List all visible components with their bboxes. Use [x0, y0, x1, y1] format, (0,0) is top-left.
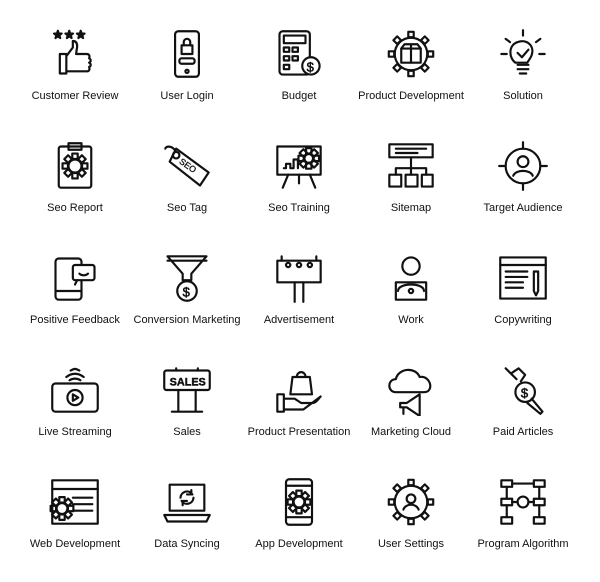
icon-item-web-development: Web Development	[19, 474, 131, 574]
icon-item-sales: SALES Sales	[131, 362, 243, 462]
algorithm-icon	[497, 476, 549, 528]
icon-item-app-development: App Development	[243, 474, 355, 574]
svg-text:SEO: SEO	[178, 156, 199, 175]
icon-item-seo-training: Seo Training	[243, 138, 355, 238]
phone-smile-chat-icon	[49, 252, 101, 304]
icon-item-paid-articles: $ Paid Articles	[467, 362, 579, 462]
clipboard-gear-icon	[49, 140, 101, 192]
icon-label: Program Algorithm	[477, 538, 569, 550]
icon-label: Solution	[503, 90, 543, 102]
lightbulb-check-icon	[497, 28, 549, 80]
icon-item-product-presentation: Product Presentation	[243, 362, 355, 462]
calculator-dollar-icon: $	[273, 28, 325, 80]
icon-item-work: Work	[355, 250, 467, 350]
icon-item-seo-report: Seo Report	[19, 138, 131, 238]
icon-label: Paid Articles	[492, 426, 554, 438]
icon-item-marketing-cloud: Marketing Cloud	[355, 362, 467, 462]
icon-label: Copywriting	[494, 314, 552, 326]
icon-item-positive-feedback: Positive Feedback	[19, 250, 131, 350]
icon-item-conversion-marketing: $ Conversion Marketing	[131, 250, 243, 350]
cloud-megaphone-icon	[385, 364, 437, 418]
icon-item-budget: $ Budget	[243, 26, 355, 126]
billboard-icon	[273, 252, 325, 304]
icon-item-product-development: Product Development	[355, 26, 467, 126]
sitemap-icon	[385, 140, 437, 192]
icon-item-sitemap: Sitemap	[355, 138, 467, 238]
icon-item-target-audience: Target Audience	[467, 138, 579, 238]
icon-item-seo-tag: SEO Seo Tag	[131, 138, 243, 238]
icon-item-copywriting: Copywriting	[467, 250, 579, 350]
icon-item-advertisement: Advertisement	[243, 250, 355, 350]
phone-gear-icon	[273, 476, 325, 528]
presentation-board-icon	[273, 140, 325, 192]
thumbs-up-stars-icon: ★ ★ ★	[49, 28, 101, 80]
svg-text:SALES: SALES	[170, 377, 206, 389]
sales-sign-icon: SALES	[161, 364, 213, 416]
icon-item-solution: Solution	[467, 26, 579, 126]
icon-item-data-syncing: Data Syncing	[131, 474, 243, 574]
icon-item-customer-review: ★ ★ ★ Customer Review	[19, 26, 131, 126]
browser-gear-icon	[49, 476, 101, 528]
laptop-sync-icon	[161, 476, 213, 528]
phone-play-wifi-icon	[49, 364, 101, 416]
icon-item-user-settings: User Settings	[355, 474, 467, 574]
hand-bag-icon	[273, 364, 325, 416]
pen-dollar-icon: $	[497, 364, 549, 416]
svg-text:★ ★ ★: ★ ★ ★	[53, 30, 85, 41]
icon-item-live-streaming: Live Streaming	[19, 362, 131, 462]
svg-text:$: $	[183, 284, 191, 299]
icon-item-program-algorithm: Program Algorithm	[467, 474, 579, 574]
phone-lock-icon	[161, 28, 213, 80]
icon-label: Target Audience	[483, 202, 563, 214]
gear-user-icon	[385, 476, 437, 528]
gear-box-icon	[385, 28, 437, 80]
target-user-icon	[497, 140, 549, 192]
svg-text:$: $	[521, 386, 529, 401]
person-laptop-icon	[385, 252, 437, 304]
price-tag-icon: SEO	[161, 140, 213, 192]
browser-pencil-icon	[497, 252, 549, 304]
funnel-dollar-icon: $	[161, 252, 213, 304]
icon-item-user-login: User Login	[131, 26, 243, 126]
svg-text:$: $	[307, 59, 315, 74]
